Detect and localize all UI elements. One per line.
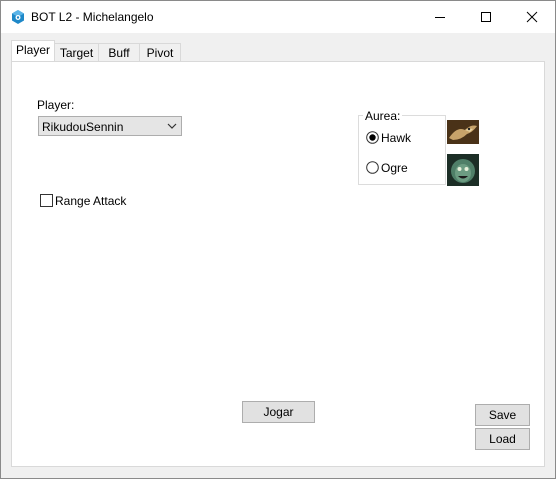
gear-cube-icon bbox=[12, 10, 24, 24]
ogre-skill-icon bbox=[447, 154, 479, 186]
title-bar[interactable]: BOT L2 - Michelangelo bbox=[1, 1, 555, 33]
minimize-button[interactable] bbox=[417, 1, 463, 33]
tab-player[interactable]: Player bbox=[11, 40, 55, 61]
tab-target[interactable]: Target bbox=[54, 43, 99, 62]
save-button[interactable]: Save bbox=[475, 404, 530, 426]
close-icon bbox=[526, 11, 538, 23]
player-label: Player: bbox=[37, 98, 75, 112]
radio-ogre-label[interactable]: Ogre bbox=[381, 161, 408, 175]
tab-pivot[interactable]: Pivot bbox=[139, 43, 181, 62]
window-title: BOT L2 - Michelangelo bbox=[31, 10, 154, 24]
maximize-button[interactable] bbox=[463, 1, 509, 33]
main-window: BOT L2 - Michelangelo Player Target Buff… bbox=[0, 0, 556, 479]
load-button[interactable]: Load bbox=[475, 428, 530, 450]
close-button[interactable] bbox=[509, 1, 555, 33]
aurea-title: Aurea: bbox=[363, 109, 403, 123]
range-attack-label[interactable]: Range Attack bbox=[55, 194, 126, 208]
jogar-button[interactable]: Jogar bbox=[242, 401, 315, 423]
radio-ogre[interactable] bbox=[366, 161, 379, 174]
minimize-icon bbox=[435, 17, 445, 18]
chevron-down-icon bbox=[167, 123, 177, 129]
radio-hawk[interactable] bbox=[366, 131, 379, 144]
hawk-skill-icon bbox=[447, 120, 479, 144]
tab-buff[interactable]: Buff bbox=[98, 43, 140, 62]
player-dropdown-value: RikudouSennin bbox=[42, 120, 124, 134]
player-dropdown[interactable]: RikudouSennin bbox=[38, 116, 182, 136]
maximize-icon bbox=[481, 12, 491, 22]
range-attack-checkbox[interactable] bbox=[40, 194, 53, 207]
radio-hawk-label[interactable]: Hawk bbox=[381, 131, 411, 145]
